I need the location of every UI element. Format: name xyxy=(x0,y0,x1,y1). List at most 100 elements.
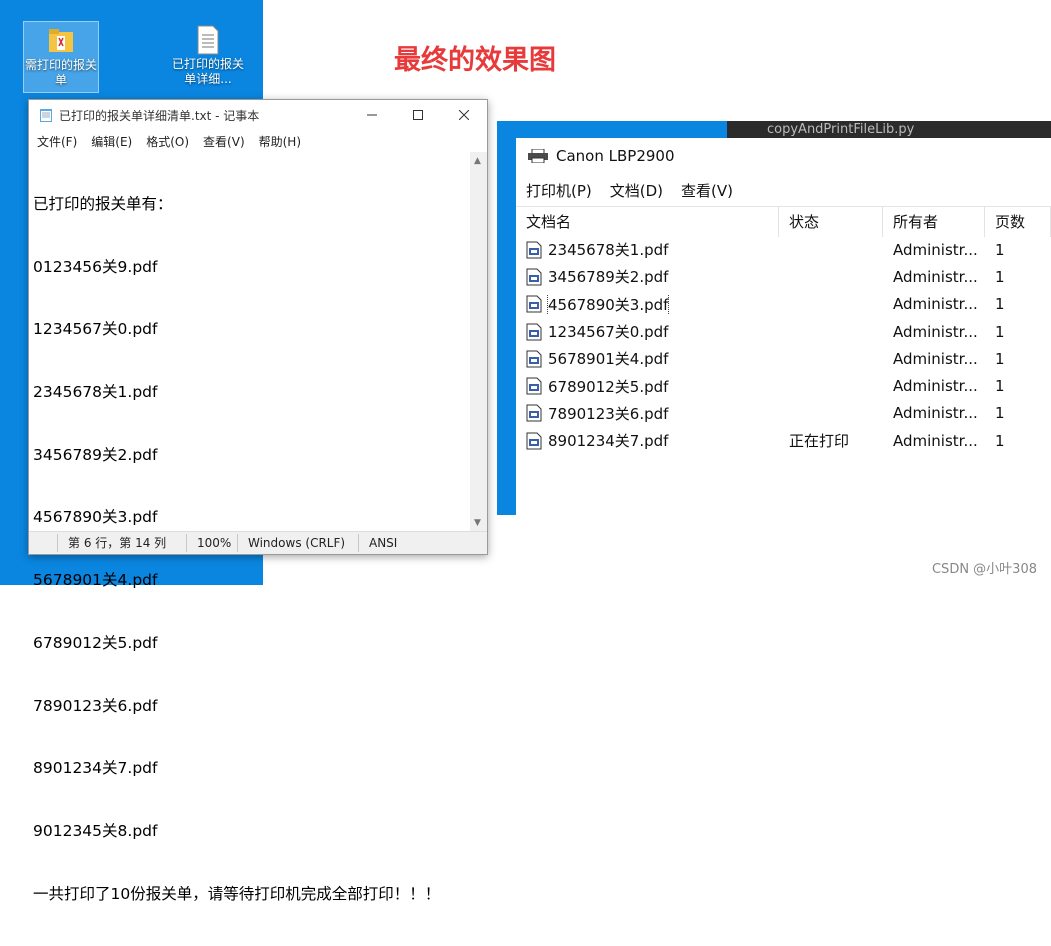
status-encoding: ANSI xyxy=(358,534,407,552)
job-name-cell: 5678901关4.pdf xyxy=(516,348,779,369)
print-queue-title: Canon LBP2900 xyxy=(556,147,675,165)
print-job-list: 2345678关1.pdf Administr... 1 3456789关2.pdf A… xyxy=(516,236,1051,454)
text-line: 1234567关0.pdf xyxy=(33,320,158,339)
menu-view[interactable]: 查看(V) xyxy=(203,133,245,150)
job-name: 4567890关3.pdf xyxy=(546,293,670,315)
document-icon xyxy=(526,323,542,341)
print-job-row[interactable]: 6789012关5.pdf Administr... 1 xyxy=(516,372,1051,399)
text-line: 2345678关1.pdf xyxy=(33,382,158,401)
job-pages: 1 xyxy=(995,431,1005,450)
column-header-pages[interactable]: 页数 xyxy=(985,207,1051,237)
maximize-icon xyxy=(413,110,423,120)
print-job-row[interactable]: 3456789关2.pdf Administr... 1 xyxy=(516,263,1051,290)
text-line: 6789012关5.pdf xyxy=(33,633,158,652)
notepad-menu-bar: 文件(F) 编辑(E) 格式(O) 查看(V) 帮助(H) xyxy=(29,130,487,152)
notepad-title: 已打印的报关单详细清单.txt - 记事本 xyxy=(59,108,260,123)
document-icon xyxy=(526,350,542,368)
job-pages: 1 xyxy=(995,349,1005,368)
job-pages: 1 xyxy=(995,404,1005,423)
printer-icon xyxy=(528,149,548,163)
desktop-icon-folder[interactable]: 需打印的报关单 xyxy=(23,21,99,93)
document-icon xyxy=(526,432,542,450)
text-line: 已打印的报关单有： xyxy=(33,194,173,213)
menu-file[interactable]: 文件(F) xyxy=(37,133,77,150)
vertical-scrollbar[interactable]: ▲ ▼ xyxy=(470,152,487,532)
job-name: 5678901关4.pdf xyxy=(548,350,669,369)
text-line: 9012345关8.pdf xyxy=(33,822,158,840)
status-line-ending: Windows (CRLF) xyxy=(237,534,358,552)
column-header-owner[interactable]: 所有者 xyxy=(883,207,985,237)
menu-printer[interactable]: 打印机(P) xyxy=(526,180,592,201)
job-name: 7890123关6.pdf xyxy=(548,404,669,423)
print-job-row[interactable]: 1234567关0.pdf Administr... 1 xyxy=(516,318,1051,345)
print-job-row[interactable]: 7890123关6.pdf Administr... 1 xyxy=(516,400,1051,427)
notepad-text-area[interactable]: 已打印的报关单有： 0123456关9.pdf 1234567关0.pdf 23… xyxy=(29,152,473,903)
background-window-title: copyAndPrintFileLib.py xyxy=(767,122,915,137)
job-pages: 1 xyxy=(995,240,1005,259)
job-name: 3456789关2.pdf xyxy=(548,268,669,287)
job-name-cell: 4567890关3.pdf xyxy=(516,293,779,315)
job-pages: 1 xyxy=(995,377,1005,396)
print-job-row[interactable]: 4567890关3.pdf Administr... 1 xyxy=(516,291,1051,318)
background-window-strip: copyAndPrintFileLib.py xyxy=(727,121,1051,138)
text-line: 3456789关2.pdf xyxy=(33,445,158,464)
desktop-icon-label: 需打印的报关单 xyxy=(24,58,97,87)
text-line: 5678901关4.pdf xyxy=(33,571,158,590)
notepad-title-bar[interactable]: 已打印的报关单详细清单.txt - 记事本 xyxy=(29,100,487,130)
menu-edit[interactable]: 编辑(E) xyxy=(91,133,132,150)
job-owner: Administr... xyxy=(893,404,978,423)
column-header-document[interactable]: 文档名 xyxy=(516,207,779,237)
document-icon xyxy=(526,295,542,313)
notepad-window: 已打印的报关单详细清单.txt - 记事本 文件(F) 编辑(E) 格式(O) … xyxy=(28,99,488,903)
column-headers: 文档名 状态 所有者 页数 xyxy=(516,206,1051,237)
job-owner: Administr... xyxy=(893,377,978,396)
job-name: 8901234关7.pdf xyxy=(548,432,669,451)
text-line: 一共打印了10份报关单，请等待打印机完成全部打印！！！ xyxy=(33,884,441,903)
print-job-row[interactable]: 2345678关1.pdf Administr... 1 xyxy=(516,236,1051,263)
document-icon xyxy=(526,404,542,422)
job-name: 6789012关5.pdf xyxy=(548,377,669,396)
job-name: 2345678关1.pdf xyxy=(548,241,669,260)
column-header-status[interactable]: 状态 xyxy=(779,207,883,237)
text-file-icon xyxy=(197,25,219,55)
job-owner: Administr... xyxy=(893,240,978,259)
job-name-cell: 6789012关5.pdf xyxy=(516,376,779,397)
print-job-row[interactable]: 8901234关7.pdf 正在打印 Administr... 1 xyxy=(516,427,1051,454)
minimize-button[interactable] xyxy=(349,100,395,130)
minimize-icon xyxy=(367,114,377,116)
menu-document[interactable]: 文档(D) xyxy=(610,180,663,201)
folder-icon xyxy=(49,29,73,52)
job-pages: 1 xyxy=(995,322,1005,341)
text-line: 8901234关7.pdf xyxy=(33,759,158,778)
job-owner: Administr... xyxy=(893,295,978,314)
menu-help[interactable]: 帮助(H) xyxy=(259,133,301,150)
job-name-cell: 1234567关0.pdf xyxy=(516,321,779,342)
maximize-button[interactable] xyxy=(395,100,441,130)
menu-view[interactable]: 查看(V) xyxy=(681,180,733,201)
status-zoom: 100% xyxy=(186,534,237,552)
desktop-icon-txt-file[interactable]: 已打印的报关单详细... xyxy=(171,21,245,87)
print-queue-title-bar[interactable]: Canon LBP2900 xyxy=(516,138,1051,174)
job-owner: Administr... xyxy=(893,322,978,341)
job-pages: 1 xyxy=(995,295,1005,314)
watermark: CSDN @小叶308 xyxy=(931,562,1037,577)
text-line: 7890123关6.pdf xyxy=(33,696,158,715)
job-name-cell: 8901234关7.pdf xyxy=(516,430,779,451)
document-icon xyxy=(526,377,542,395)
close-button[interactable] xyxy=(441,100,487,130)
document-icon xyxy=(526,268,542,286)
print-queue-menu-bar: 打印机(P) 文档(D) 查看(V) xyxy=(516,174,1051,206)
print-queue-window: Canon LBP2900 打印机(P) 文档(D) 查看(V) 文档名 状态 … xyxy=(516,138,1051,515)
scroll-down-icon[interactable]: ▼ xyxy=(474,518,481,528)
job-owner: Administr... xyxy=(893,349,978,368)
job-name-cell: 2345678关1.pdf xyxy=(516,239,779,260)
close-icon xyxy=(459,110,469,120)
scroll-up-icon[interactable]: ▲ xyxy=(474,156,481,166)
job-owner: Administr... xyxy=(893,267,978,286)
print-job-row[interactable]: 5678901关4.pdf Administr... 1 xyxy=(516,345,1051,372)
job-name-cell: 7890123关6.pdf xyxy=(516,403,779,424)
job-status: 正在打印 xyxy=(789,432,850,451)
menu-format[interactable]: 格式(O) xyxy=(146,133,189,150)
text-line: 4567890关3.pdf xyxy=(33,508,158,527)
headline: 最终的效果图 xyxy=(394,45,556,76)
